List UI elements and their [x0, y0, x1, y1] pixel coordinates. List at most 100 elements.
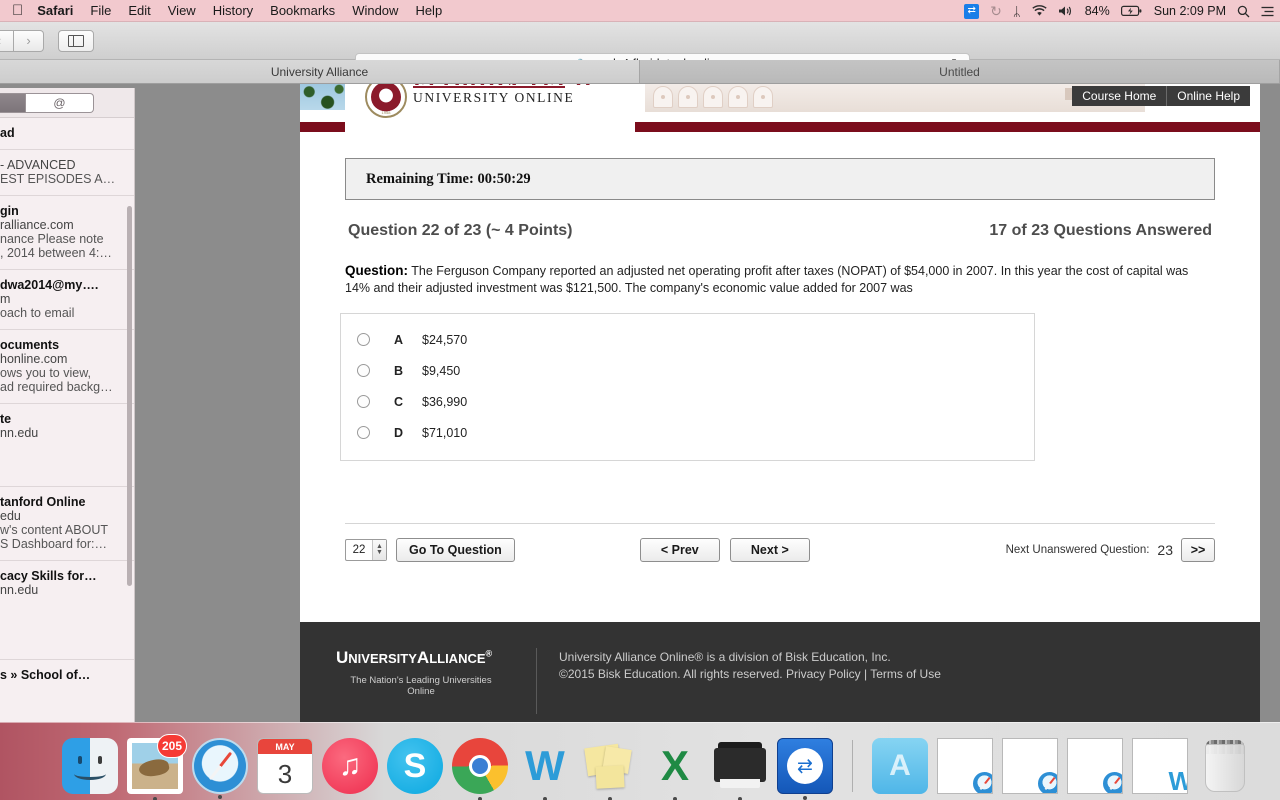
brand-a: A: [416, 648, 430, 667]
menu-item-view[interactable]: View: [168, 3, 196, 18]
safari-tab-bar: University Alliance Untitled: [0, 60, 1280, 84]
remaining-time-label: Remaining Time: 00:50:29: [366, 170, 531, 187]
next-unanswered-label: Next Unanswered Question:: [1005, 544, 1150, 557]
dock-minimized-word-document[interactable]: W: [1132, 738, 1188, 794]
menu-item-file[interactable]: File: [90, 3, 111, 18]
safari-toolbar: ‹ › 🔒 gradv4.floridatechonline.com ↻: [0, 22, 1280, 75]
tab-university-alliance[interactable]: University Alliance: [0, 60, 640, 83]
answer-option-c[interactable]: C $36,990: [341, 386, 1034, 417]
menu-item-bookmarks[interactable]: Bookmarks: [270, 3, 335, 18]
footer-inner: UNIVERSITYALLIANCE® The Nation's Leading…: [300, 622, 1260, 714]
header-photo-campus: [645, 84, 1145, 112]
nav-course-home[interactable]: Course Home: [1072, 86, 1168, 106]
stepper-arrows-icon[interactable]: ▲ ▼: [372, 540, 386, 561]
back-button[interactable]: ‹: [0, 29, 14, 52]
dock-minimized-safari-3[interactable]: [1067, 738, 1123, 794]
answer-option-b[interactable]: B $9,450: [341, 355, 1034, 386]
dock-icon-finder[interactable]: [62, 738, 118, 794]
bluetooth-icon[interactable]: ᛦ: [1013, 5, 1021, 18]
header-arches-decoration: [653, 86, 773, 108]
menu-item-window[interactable]: Window: [352, 3, 398, 18]
radio-button-c[interactable]: [357, 395, 370, 409]
radio-button-b[interactable]: [357, 364, 370, 378]
brand-university: NIVERSITY: [348, 651, 417, 666]
logo-wordmark: FLORIDA TECH UNIVERSITY ONLINE: [413, 84, 593, 106]
dock-icon-chrome[interactable]: [452, 738, 508, 800]
logo-panel-backdrop: [345, 122, 635, 144]
prev-question-button[interactable]: < Prev: [639, 538, 720, 563]
time-machine-icon[interactable]: ↻: [990, 4, 1002, 18]
dock-icon-mail[interactable]: 205: [127, 734, 187, 800]
radio-button-d[interactable]: [357, 426, 370, 440]
calendar-day-label: 3: [277, 759, 293, 789]
footer-copyright: University Alliance Online® is a divisio…: [559, 648, 941, 714]
logo-florida-tech: FLORIDA TECH: [413, 84, 593, 85]
menu-bar-status-area: ⇄ ↻ ᛦ 84% Sun 2:09 PM: [964, 0, 1274, 22]
dock-icon-calendar[interactable]: MAY 3: [257, 738, 313, 794]
printer-body-icon: [714, 748, 766, 782]
question-number-value[interactable]: 22: [346, 544, 372, 556]
menu-item-safari[interactable]: Safari: [37, 3, 73, 18]
university-seal-icon: 1958: [365, 84, 407, 118]
question-number-stepper[interactable]: 22 ▲ ▼: [345, 539, 387, 562]
mac-menu-bar:  Safari File Edit View History Bookmark…: [0, 0, 1280, 22]
menu-item-help[interactable]: Help: [415, 3, 442, 18]
footer-copy-line2[interactable]: ©2015 Bisk Education. All rights reserve…: [559, 666, 941, 683]
magnifier-glyph: [1237, 5, 1250, 17]
wifi-glyph: [1032, 5, 1047, 16]
safari-badge-icon: [1037, 771, 1057, 793]
question-heading: Question 22 of 23 (~ 4 Points): [348, 222, 573, 239]
menu-bar-clock[interactable]: Sun 2:09 PM: [1154, 4, 1226, 18]
option-letter: D: [394, 425, 404, 440]
show-sidebar-button[interactable]: [58, 29, 94, 52]
stepper-down-arrow[interactable]: ▼: [376, 549, 383, 556]
forward-button[interactable]: ›: [14, 29, 44, 52]
jump-to-unanswered-button[interactable]: >>: [1181, 538, 1215, 563]
tab-label: University Alliance: [270, 64, 369, 79]
dock-icon-word[interactable]: W: [517, 738, 573, 800]
word-badge-icon: W: [1168, 766, 1187, 793]
dock-minimized-safari-2[interactable]: [1002, 738, 1058, 794]
notification-center-icon[interactable]: [1261, 6, 1274, 17]
option-value: $71,010: [422, 425, 468, 440]
dock-icon-skype[interactable]: S: [387, 738, 443, 794]
volume-icon[interactable]: [1058, 5, 1074, 17]
dock-icon-stickies[interactable]: [582, 738, 638, 800]
option-value: $36,990: [422, 394, 468, 409]
radio-button-a[interactable]: [357, 333, 370, 347]
tab-untitled[interactable]: Untitled: [640, 60, 1280, 83]
page-footer: UNIVERSITYALLIANCE® The Nation's Leading…: [300, 622, 1260, 722]
dock-icon-itunes[interactable]: ♫: [322, 738, 378, 794]
menu-item-history[interactable]: History: [213, 3, 253, 18]
university-alliance-logo: UNIVERSITYALLIANCE® The Nation's Leading…: [336, 648, 536, 714]
nav-online-help[interactable]: Online Help: [1167, 86, 1250, 106]
go-to-question-button[interactable]: Go To Question: [396, 538, 515, 563]
wifi-icon[interactable]: [1032, 5, 1047, 17]
teamviewer-status-icon[interactable]: ⇄: [964, 3, 980, 19]
option-letter: B: [394, 363, 404, 378]
dock-icon-safari[interactable]: [192, 738, 248, 799]
footer-brand-name: UNIVERSITYALLIANCE®: [336, 648, 536, 668]
dock-separator: [852, 740, 853, 792]
dock-icon-excel[interactable]: X: [647, 738, 703, 800]
spotlight-search-icon[interactable]: [1237, 5, 1250, 18]
exam-body: Remaining Time: 00:50:29 Question 22 of …: [300, 158, 1260, 563]
tab-label: Untitled: [939, 64, 980, 79]
dock-icon-applications-folder[interactable]: A: [872, 738, 928, 794]
dock-icon-teamviewer[interactable]: ⇄: [777, 738, 833, 800]
dock-icon-printer[interactable]: [712, 738, 768, 800]
answer-option-d[interactable]: D $71,010: [341, 417, 1034, 448]
apple-menu-icon[interactable]: : [12, 3, 23, 18]
next-unanswered-number: 23: [1157, 542, 1173, 559]
dock-minimized-safari-1[interactable]: [937, 738, 993, 794]
printer-tray-icon: [720, 779, 760, 788]
dock-icon-trash[interactable]: [1197, 738, 1253, 794]
next-question-button[interactable]: Next >: [729, 538, 810, 563]
florida-tech-logo[interactable]: 1958 FLORIDA TECH UNIVERSITY ONLINE Grad…: [345, 84, 635, 122]
header-nav: Course Home Online Help: [1072, 86, 1250, 106]
safari-window: ‹ › 🔒 gradv4.floridatechonline.com ↻ Uni…: [0, 22, 1280, 722]
battery-charging-icon[interactable]: [1120, 5, 1143, 17]
footer-divider: [536, 648, 537, 714]
menu-item-edit[interactable]: Edit: [128, 3, 150, 18]
answer-option-a[interactable]: A $24,570: [341, 324, 1034, 355]
